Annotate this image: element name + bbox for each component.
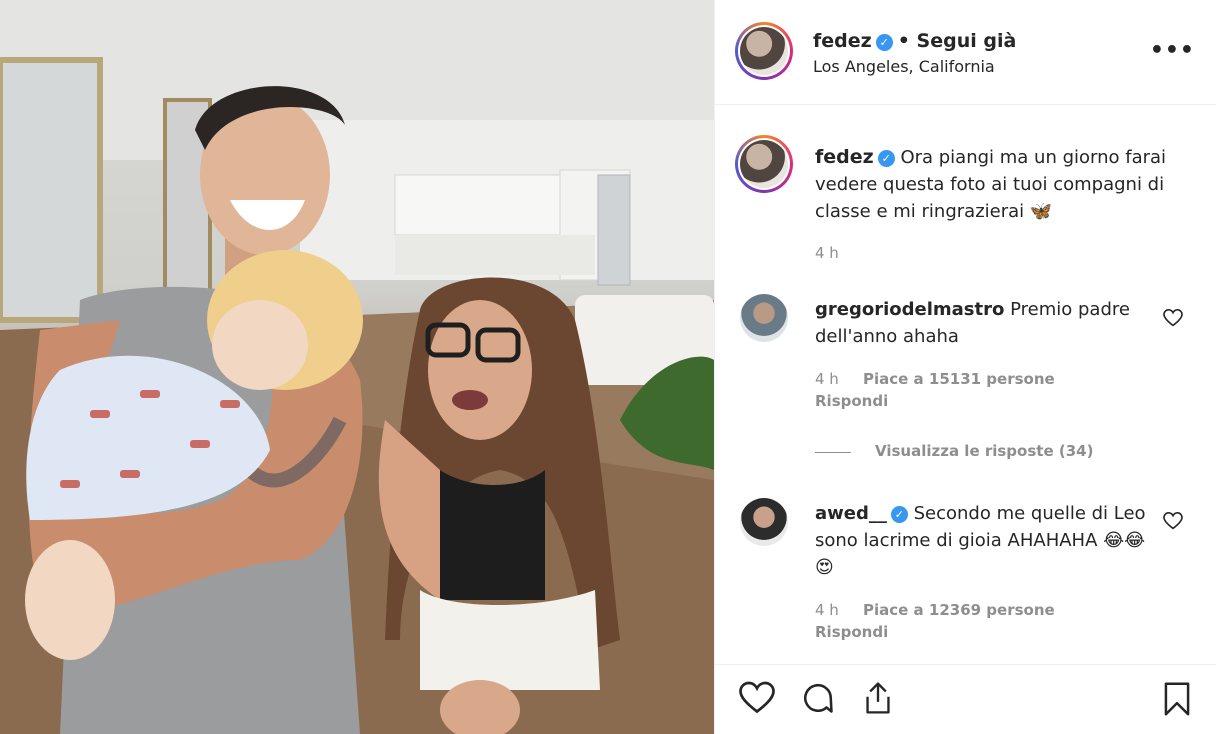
more-options-icon[interactable]: ••• xyxy=(1150,40,1195,62)
author-username[interactable]: fedez xyxy=(813,30,872,52)
verified-badge-icon: ✓ xyxy=(875,34,893,51)
photo-illustration xyxy=(0,0,714,734)
comment-like-heart-icon[interactable] xyxy=(1163,512,1183,530)
post-location[interactable]: Los Angeles, California xyxy=(813,57,995,76)
caption-username[interactable]: fedez xyxy=(815,146,874,168)
comment-time[interactable]: 4 h xyxy=(815,601,839,619)
action-bar xyxy=(715,664,1216,734)
post-side-panel: fedez ✓ • Segui già Los Angeles, Californ… xyxy=(714,0,1216,734)
replies-divider xyxy=(815,452,851,453)
verified-badge-icon: ✓ xyxy=(877,150,895,167)
verified-badge-icon: ✓ xyxy=(890,506,908,523)
instagram-post-view: fedez ✓ • Segui già Los Angeles, Californ… xyxy=(0,0,1216,734)
bookmark-icon[interactable] xyxy=(1163,681,1191,717)
caption: fedez ✓ Ora piangi ma un giorno farai ved… xyxy=(815,144,1195,225)
author-line: fedez ✓ • Segui già xyxy=(813,30,1016,52)
comment-username[interactable]: awed__ xyxy=(815,503,887,524)
comment-username[interactable]: gregoriodelmastro xyxy=(815,299,1004,320)
caption-time[interactable]: 4 h xyxy=(815,244,839,262)
post-header: fedez ✓ • Segui già Los Angeles, Californ… xyxy=(715,0,1216,105)
comment-like-heart-icon[interactable] xyxy=(1163,309,1183,327)
reply-button[interactable]: Rispondi xyxy=(815,392,888,410)
commenter-avatar[interactable] xyxy=(740,498,788,546)
comment-icon[interactable] xyxy=(801,681,835,715)
caption-avatar[interactable] xyxy=(735,135,793,193)
share-icon[interactable] xyxy=(862,681,894,715)
comment-likes[interactable]: Piace a 12369 persone xyxy=(863,601,1055,619)
author-avatar[interactable] xyxy=(735,22,793,80)
comment-time[interactable]: 4 h xyxy=(815,370,839,388)
comment-likes[interactable]: Piace a 15131 persone xyxy=(863,370,1055,388)
view-replies-button[interactable]: Visualizza le risposte (34) xyxy=(875,442,1093,460)
post-photo[interactable] xyxy=(0,0,714,734)
reply-button[interactable]: Rispondi xyxy=(815,623,888,641)
commenter-avatar[interactable] xyxy=(740,294,788,342)
comment: awed__ ✓ Secondo me quelle di Leo sono la… xyxy=(815,500,1160,581)
heart-icon[interactable] xyxy=(739,681,775,715)
follow-status-button[interactable]: • Segui già xyxy=(898,30,1017,52)
comment: gregoriodelmastro Premio padre dell'anno… xyxy=(815,296,1160,350)
